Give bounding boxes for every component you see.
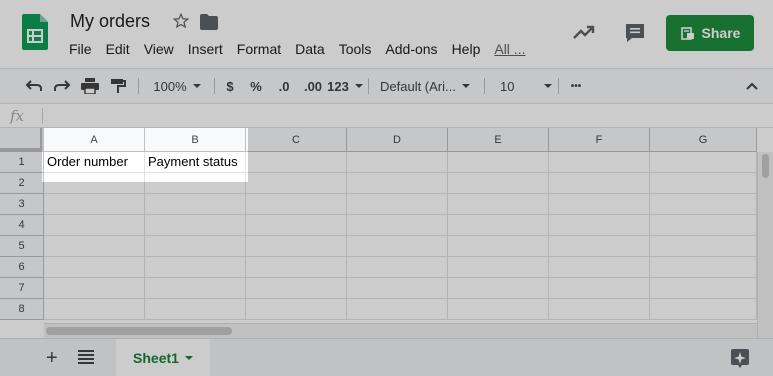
column-header-a[interactable]: A [44, 128, 145, 152]
dim-overlay [248, 128, 773, 182]
column-header-b[interactable]: B [145, 128, 246, 152]
cell-a1[interactable]: Order number [44, 152, 145, 173]
dim-overlay [0, 182, 773, 376]
dim-overlay [0, 0, 773, 128]
cell-b1[interactable]: Payment status [145, 152, 246, 173]
dim-overlay [0, 128, 42, 182]
